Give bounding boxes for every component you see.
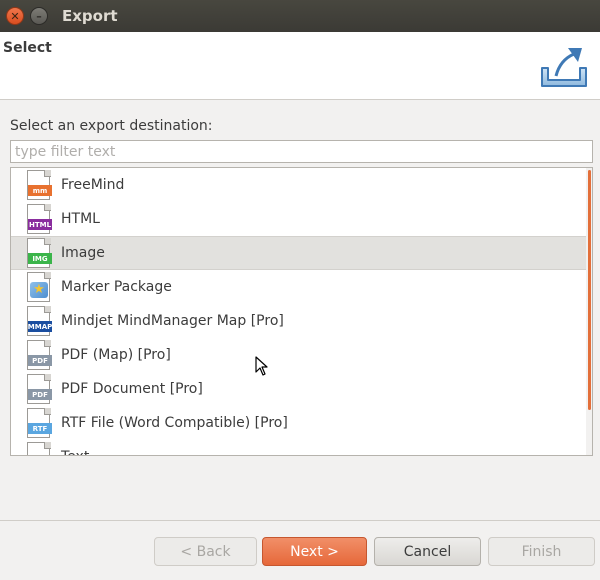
back-button[interactable]: < Back bbox=[154, 537, 257, 566]
list-item-label: PDF (Map) [Pro] bbox=[61, 347, 171, 363]
mindmanager-file-icon: MMAP bbox=[27, 306, 52, 336]
cancel-button[interactable]: Cancel bbox=[374, 537, 481, 566]
freemind-file-icon: mm bbox=[27, 170, 52, 200]
window-title: Export bbox=[62, 7, 118, 25]
pdf-document-file-icon: PDF bbox=[27, 374, 52, 404]
export-tray-icon bbox=[541, 48, 587, 87]
list-item[interactable]: IMG Image bbox=[11, 236, 588, 270]
list-item[interactable]: PDF PDF (Map) [Pro] bbox=[11, 338, 588, 372]
list-item-label: Text bbox=[61, 449, 89, 455]
list-item[interactable]: HTML HTML bbox=[11, 202, 588, 236]
list-item-label: HTML bbox=[61, 211, 100, 227]
list-item[interactable]: PDF PDF Document [Pro] bbox=[11, 372, 588, 406]
list-item-label: FreeMind bbox=[61, 177, 125, 193]
minimize-window-button[interactable]: – bbox=[30, 7, 48, 25]
list-item[interactable]: MMAP Mindjet MindManager Map [Pro] bbox=[11, 304, 588, 338]
text-file-icon bbox=[27, 442, 51, 455]
html-file-icon: HTML bbox=[27, 204, 52, 234]
image-file-icon: IMG bbox=[27, 238, 52, 268]
close-window-button[interactable]: ✕ bbox=[6, 7, 24, 25]
list-item[interactable]: mm FreeMind bbox=[11, 168, 588, 202]
marker-package-icon: ★ bbox=[27, 272, 51, 302]
list-item[interactable]: Text bbox=[11, 440, 588, 455]
list-item[interactable]: RTF RTF File (Word Compatible) [Pro] bbox=[11, 406, 588, 440]
pdf-map-file-icon: PDF bbox=[27, 340, 52, 370]
next-button[interactable]: Next > bbox=[262, 537, 367, 566]
list-item-label: Mindjet MindManager Map [Pro] bbox=[61, 313, 284, 329]
list-item-label: PDF Document [Pro] bbox=[61, 381, 203, 397]
destination-list[interactable]: Text RTF RTF File (Word Compatible) [Pro] P… bbox=[10, 167, 593, 456]
page-title: Select bbox=[3, 40, 52, 56]
footer-separator bbox=[0, 520, 600, 521]
rtf-file-icon: RTF bbox=[27, 408, 52, 438]
list-item[interactable]: ★ Marker Package bbox=[11, 270, 588, 304]
destination-label: Select an export destination: bbox=[10, 118, 213, 134]
scrollbar-thumb[interactable] bbox=[588, 170, 591, 410]
filter-input[interactable] bbox=[10, 140, 593, 163]
wizard-content: Select an export destination: TextRTFRTF… bbox=[0, 101, 600, 521]
title-bar: ✕ – Export bbox=[0, 0, 600, 32]
list-scrollbar[interactable] bbox=[586, 168, 592, 455]
list-item-label: Marker Package bbox=[61, 279, 172, 295]
list-item-label: RTF File (Word Compatible) [Pro] bbox=[61, 415, 288, 431]
list-item-label: Image bbox=[61, 245, 105, 261]
mouse-cursor-icon bbox=[255, 356, 268, 376]
finish-button[interactable]: Finish bbox=[488, 537, 595, 566]
wizard-header: Select bbox=[0, 32, 600, 100]
